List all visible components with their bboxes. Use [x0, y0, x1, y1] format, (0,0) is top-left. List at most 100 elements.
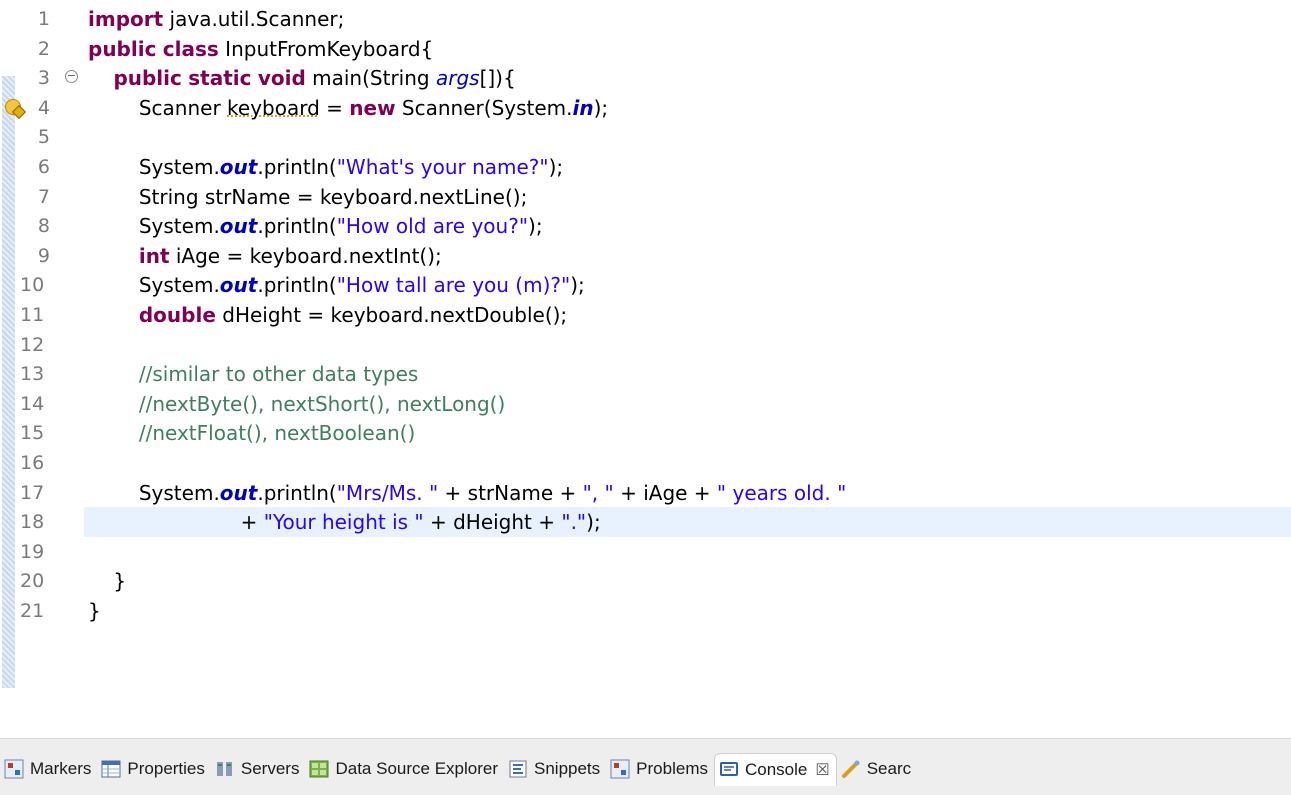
code-token: "Your height is " — [263, 510, 424, 535]
code-text: double dHeight = keyboard.nextDouble(); — [88, 300, 567, 330]
code-text: System.out.println("Mrs/Ms. " + strName … — [88, 478, 846, 508]
line-number: 1 — [37, 8, 50, 30]
code-line[interactable]: 2 public class InputFromKeyboard{ — [0, 34, 1291, 64]
code-token: //similar to other data types — [138, 362, 419, 387]
code-line[interactable]: 18 + "Your height is " + dHeight + "."); — [0, 507, 1291, 538]
code-line[interactable]: 11 double dHeight = keyboard.nextDouble(… — [0, 300, 1291, 330]
code-token: "What's your name?" — [336, 155, 549, 179]
code-line[interactable]: 16 — [0, 448, 1291, 478]
code-token: in — [572, 95, 594, 120]
code-text: //similar to other data types — [88, 359, 418, 389]
code-text: System.out.println("What's your name?"); — [88, 152, 563, 182]
code-token: int — [138, 243, 170, 268]
search-icon — [841, 759, 861, 779]
code-token: " years old. " — [716, 480, 847, 505]
line-number: 2 — [37, 37, 50, 60]
code-text: System.out.println("How tall are you (m)… — [88, 270, 585, 300]
tab-snippets[interactable]: Snippets — [504, 753, 606, 785]
code-line[interactable]: 14 //nextByte(), nextShort(), nextLong() — [0, 389, 1291, 419]
line-number: 7 — [37, 185, 50, 208]
code-line[interactable]: 15 //nextFloat(), nextBoolean() — [0, 418, 1291, 448]
code-token: String strName = keyboard.nextLine(); — [88, 184, 528, 209]
code-token: = — [319, 95, 350, 120]
tab-label: Properties — [127, 759, 205, 778]
code-token: public — [113, 66, 182, 91]
code-line[interactable]: 4 Scanner keyboard = new Scanner(System.… — [0, 93, 1291, 123]
code-token: args — [435, 66, 480, 91]
code-token: .println( — [257, 214, 337, 239]
fold-toggle-icon[interactable]: − — [65, 70, 78, 84]
tab-label: Searc — [866, 759, 912, 778]
tab-data-source-explorer[interactable]: Data Source Explorer — [305, 753, 504, 785]
code-token: ", " — [582, 480, 614, 505]
tab-problems[interactable]: Problems — [606, 753, 714, 785]
line-number: 13 — [20, 363, 45, 386]
code-line[interactable]: 8 System.out.println("How old are you?")… — [0, 211, 1291, 241]
code-token: out — [219, 214, 258, 239]
line-number: 3 — [37, 67, 50, 90]
tab-servers[interactable]: Servers — [211, 753, 306, 785]
code-token: keyboard — [227, 95, 320, 120]
code-line[interactable]: 10 System.out.println("How tall are you … — [0, 270, 1291, 300]
line-number: 5 — [37, 126, 50, 149]
code-token: .println( — [257, 273, 337, 298]
line-number: 15 — [20, 422, 45, 445]
code-token: new — [349, 95, 396, 120]
bottom-panel-tab-bar: Markers Properties Servers Data Source Expl… — [0, 738, 1291, 795]
code-line[interactable]: 21} — [0, 596, 1291, 626]
code-token: Scanner — [88, 95, 228, 120]
tab-label: Snippets — [534, 759, 601, 778]
warning-marker-icon[interactable] — [5, 98, 21, 115]
code-line[interactable]: 5 — [0, 122, 1291, 152]
code-line[interactable]: 20 } — [0, 566, 1291, 596]
code-editor[interactable]: 1 import java.util.Scanner; 2 public class … — [0, 0, 1291, 738]
line-number: 20 — [20, 570, 45, 593]
line-number: 12 — [20, 333, 45, 356]
code-token: public — [88, 36, 157, 61]
code-token: main(String — [305, 66, 436, 91]
code-line[interactable]: 19 — [0, 537, 1291, 567]
code-text: public static void main(String args[]){ — [88, 63, 515, 93]
code-line[interactable]: 12 — [0, 330, 1291, 360]
line-number: 6 — [37, 156, 50, 178]
code-token: out — [219, 273, 258, 298]
code-line[interactable]: 13 //similar to other data types — [0, 359, 1291, 389]
code-token: + iAge + — [613, 480, 717, 505]
code-line[interactable]: 7 String strName = keyboard.nextLine(); — [0, 182, 1291, 212]
code-token: } — [88, 599, 101, 623]
tab-console[interactable]: Console ☒ — [713, 753, 837, 786]
code-token: } — [88, 569, 127, 594]
code-token: System. — [88, 273, 220, 298]
code-line[interactable]: 6 System.out.println("What's your name?"… — [0, 152, 1291, 182]
code-token: import — [88, 7, 164, 31]
code-line[interactable]: 1 import java.util.Scanner; — [0, 4, 1291, 34]
code-token: + dHeight + — [423, 510, 562, 535]
code-token: static — [188, 66, 252, 91]
tab-markers[interactable]: Markers — [0, 753, 97, 785]
code-token: out — [219, 480, 258, 505]
tab-properties[interactable]: Properties — [97, 753, 210, 785]
code-token: "How tall are you (m)?" — [336, 273, 571, 298]
properties-icon — [101, 759, 121, 779]
line-number: 18 — [20, 511, 45, 534]
line-number: 17 — [20, 481, 45, 504]
tab-search[interactable]: Searc — [837, 753, 917, 785]
code-text: //nextFloat(), nextBoolean() — [88, 418, 415, 448]
code-token: System. — [88, 214, 220, 239]
tab-label: Data Source Explorer — [335, 759, 498, 778]
line-number: 14 — [20, 392, 45, 415]
code-line[interactable]: 17 System.out.println("Mrs/Ms. " + strNa… — [0, 478, 1291, 508]
code-line[interactable]: 3 − public static void main(String args[]… — [0, 63, 1291, 93]
code-token: ); — [528, 214, 543, 239]
code-line[interactable]: 9 int iAge = keyboard.nextInt(); — [0, 241, 1291, 271]
code-token: Scanner(System. — [395, 95, 573, 120]
tab-label: Problems — [636, 759, 708, 778]
close-tab-icon[interactable]: ☒ — [815, 760, 829, 780]
code-token: java.util.Scanner; — [163, 7, 345, 31]
line-number: 8 — [37, 215, 50, 238]
line-number: 10 — [20, 274, 45, 297]
